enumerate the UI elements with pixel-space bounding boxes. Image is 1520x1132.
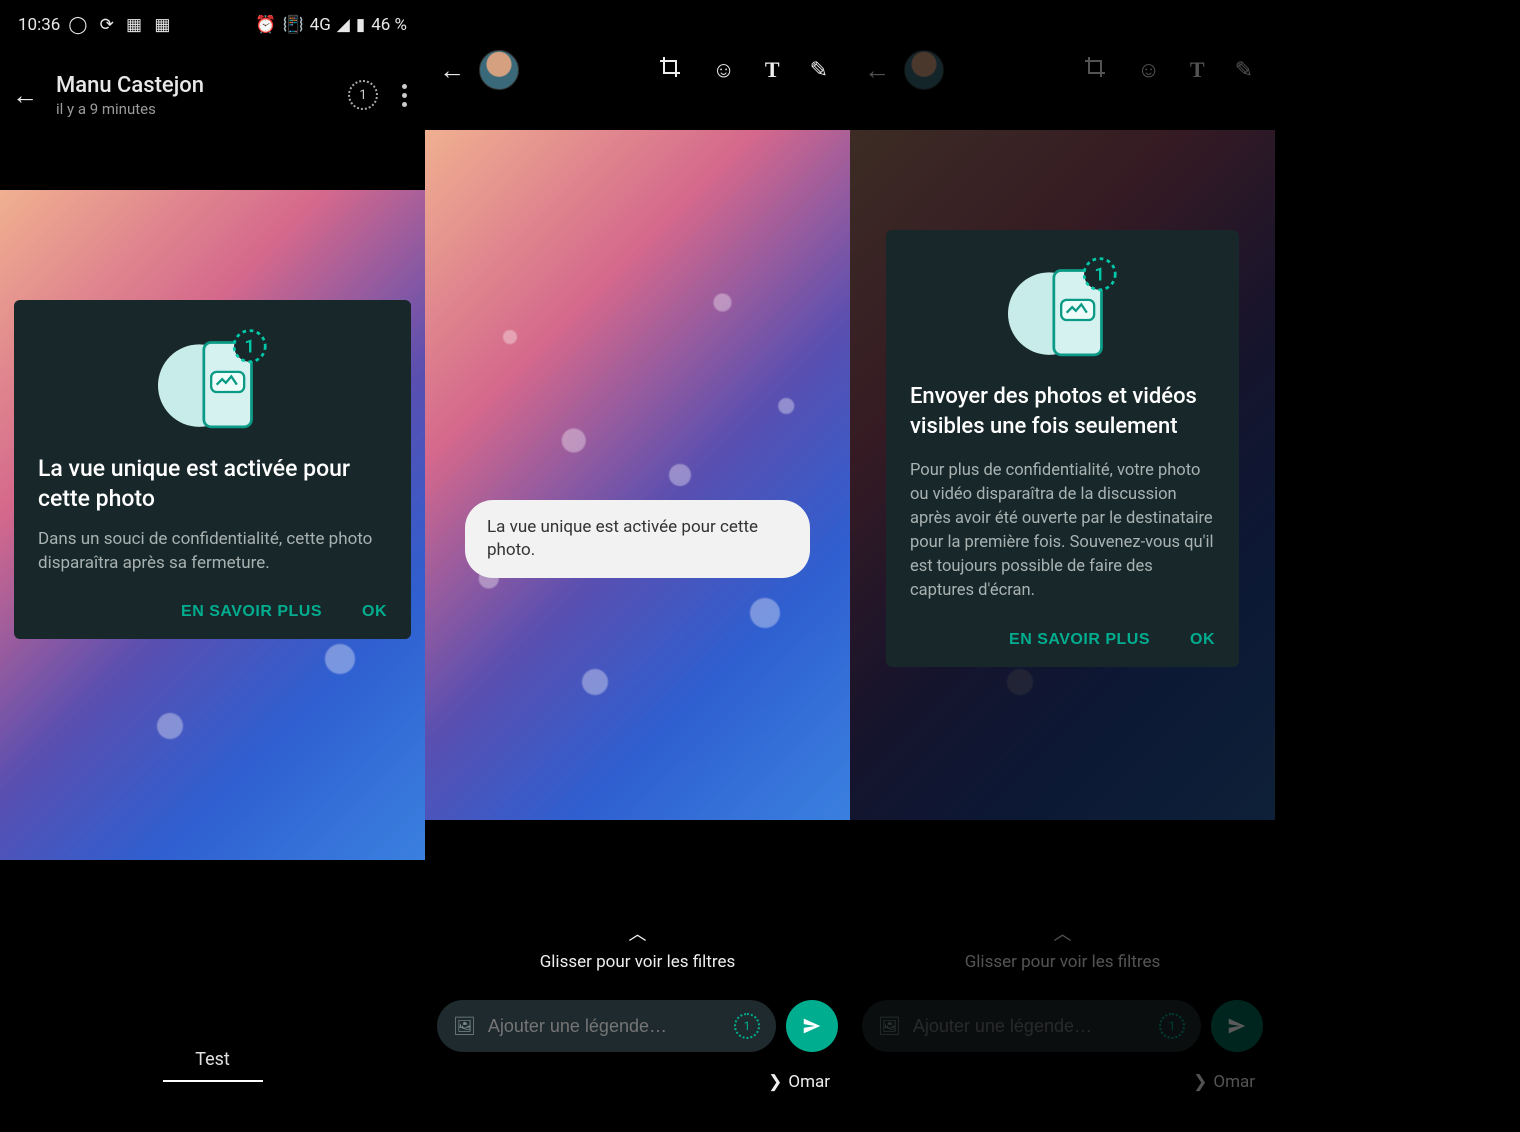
view-once-illustration: 1 <box>38 326 387 436</box>
panel-view-once-explainer: ← ☺ T ✎ 1 Envoyer des photos et vidéos v… <box>850 0 1275 1132</box>
composer-row: 🖼 1 <box>862 1000 1263 1052</box>
view-once-icon[interactable]: 1 <box>348 80 378 110</box>
statusbar-time: 10:36 <box>18 15 60 35</box>
back-button[interactable]: ← <box>12 80 38 111</box>
gallery-icon: 🖼 <box>878 1016 901 1037</box>
composer-row: 🖼 1 <box>437 1000 838 1052</box>
text-tool-button[interactable]: T <box>757 57 788 83</box>
caption-input-box[interactable]: 🖼 1 <box>437 1000 776 1052</box>
back-button[interactable]: ← <box>864 55 890 86</box>
chevron-right-icon: ❯ <box>1193 1072 1207 1092</box>
card-title: Envoyer des photos et vidéos visibles un… <box>910 382 1215 441</box>
media-preview[interactable] <box>425 130 850 820</box>
chevron-up-icon: ︿ <box>850 920 1275 946</box>
send-button[interactable] <box>786 1000 838 1052</box>
view-once-info-card: 1 La vue unique est activée pour cette p… <box>14 300 411 639</box>
svg-text:1: 1 <box>244 337 254 358</box>
learn-more-button[interactable]: EN SAVOIR PLUS <box>181 603 322 621</box>
view-once-explainer-card: 1 Envoyer des photos et vidéos visibles … <box>886 230 1239 667</box>
contact-avatar <box>904 50 944 90</box>
panel-media-editor: ← ☺ T ✎ La vue unique est activée pour c… <box>425 0 850 1132</box>
network-label: 4G <box>310 15 331 35</box>
contact-avatar[interactable] <box>479 50 519 90</box>
recipient-row: ❯ Omar <box>1193 1072 1255 1092</box>
contact-block[interactable]: Manu Castejon il y a 9 minutes <box>56 73 330 118</box>
gallery-icon[interactable]: 🖼 <box>453 1016 476 1037</box>
send-button <box>1211 1000 1263 1052</box>
caption-input <box>913 1016 1147 1037</box>
emoji-sticker-button: ☺ <box>1129 57 1167 83</box>
contact-name: Manu Castejon <box>56 73 330 98</box>
battery-icon: ▮ <box>356 15 365 35</box>
statusbar-right: ⏰ 📳 4G ◢ ▮ 46 % <box>255 15 407 35</box>
text-tool-button: T <box>1182 57 1213 83</box>
editor-header: ← ☺ T ✎ <box>850 40 1275 100</box>
back-button[interactable]: ← <box>439 55 465 86</box>
recipient-name: Omar <box>1213 1072 1255 1092</box>
draw-tool-button: ✎ <box>1227 58 1261 83</box>
status-caption-text: Test <box>195 1049 230 1070</box>
signal-icon: ◢ <box>337 15 350 35</box>
vibrate-icon: 📳 <box>282 15 303 35</box>
caption-input[interactable] <box>488 1016 722 1037</box>
crop-rotate-button <box>1075 55 1115 85</box>
emoji-sticker-button[interactable]: ☺ <box>704 57 742 83</box>
more-menu-button[interactable] <box>396 84 413 107</box>
view-once-toggle[interactable]: 1 <box>734 1013 760 1039</box>
chevron-right-icon: ❯ <box>768 1072 782 1092</box>
android-statusbar: 10:36 ◯ ⟳ ▦ ▦ ⏰ 📳 4G ◢ ▮ 46 % <box>0 0 425 50</box>
panel-status-view: 10:36 ◯ ⟳ ▦ ▦ ⏰ 📳 4G ◢ ▮ 46 % ← Manu Cas… <box>0 0 425 1132</box>
status-header: ← Manu Castejon il y a 9 minutes 1 <box>0 60 425 130</box>
crop-rotate-button[interactable] <box>650 55 690 85</box>
statusbar-left-icons: ◯ ⟳ ▦ ▦ <box>68 15 174 35</box>
view-once-illustration: 1 <box>910 254 1215 364</box>
battery-label: 46 % <box>371 15 407 35</box>
card-body: Dans un souci de confidentialité, cette … <box>38 528 387 576</box>
learn-more-button[interactable]: EN SAVOIR PLUS <box>1009 631 1150 649</box>
filters-hint-text: Glisser pour voir les filtres <box>540 952 736 972</box>
view-once-toggle: 1 <box>1159 1013 1185 1039</box>
status-timestamp: il y a 9 minutes <box>56 100 330 118</box>
filters-hint: ︿ Glisser pour voir les filtres <box>850 920 1275 972</box>
ok-button[interactable]: OK <box>362 603 387 621</box>
recipient-row[interactable]: ❯ Omar <box>768 1072 830 1092</box>
ok-button[interactable]: OK <box>1190 631 1215 649</box>
caption-input-box: 🖼 1 <box>862 1000 1201 1052</box>
editor-header: ← ☺ T ✎ <box>425 40 850 100</box>
view-once-toast: La vue unique est activée pour cette pho… <box>465 500 810 578</box>
card-title: La vue unique est activée pour cette pho… <box>38 454 387 514</box>
toast-text: La vue unique est activée pour cette pho… <box>487 517 758 560</box>
filters-hint[interactable]: ︿ Glisser pour voir les filtres <box>425 920 850 972</box>
card-body: Pour plus de confidentialité, votre phot… <box>910 459 1215 603</box>
status-caption: Test <box>0 1049 425 1082</box>
draw-tool-button[interactable]: ✎ <box>802 58 836 83</box>
svg-text:1: 1 <box>1094 265 1104 286</box>
recipient-name: Omar <box>788 1072 830 1092</box>
filters-hint-text: Glisser pour voir les filtres <box>965 952 1161 972</box>
alarm-icon: ⏰ <box>255 15 276 35</box>
chevron-up-icon: ︿ <box>425 920 850 946</box>
